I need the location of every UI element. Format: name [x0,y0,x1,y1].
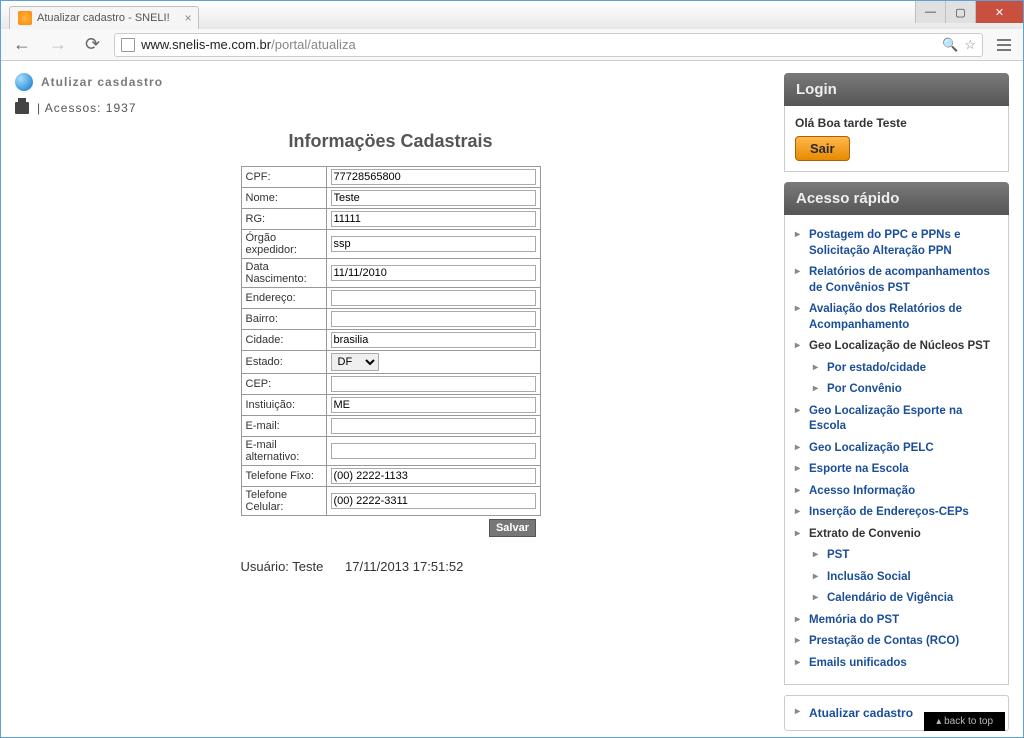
email-input[interactable] [331,418,536,434]
quick-access-panel: Postagem do PPC e PPNs e Solicitação Alt… [784,215,1009,685]
telefone-celular-input[interactable] [331,493,536,509]
quick-access-header: Acesso rápido [784,182,1009,215]
cadastro-form: CPF: Nome: RG: Órgão expedidor: Data Nas… [241,166,541,539]
nome-input[interactable] [331,190,536,206]
quick-menu-item[interactable]: Emails unificados [795,653,998,675]
print-icon[interactable] [15,102,29,114]
quick-menu-item[interactable]: Geo Localização Esporte na Escola [795,401,998,438]
quick-menu-item[interactable]: Inclusão Social [813,567,998,589]
estado-select[interactable]: DF [331,353,379,371]
cidade-input[interactable] [331,332,536,348]
quick-menu-item[interactable]: Calendário de Vigência [813,588,998,610]
quick-menu-item[interactable]: Por estado/cidade [813,358,998,380]
reload-button[interactable]: ⟳ [81,34,104,55]
greeting-text: Olá Boa tarde Teste [795,116,998,130]
url-path: /portal/atualiza [271,37,356,52]
endereco-input[interactable] [331,290,536,306]
nascimento-input[interactable] [331,265,536,281]
globe-icon [15,73,33,91]
rg-input[interactable] [331,211,536,227]
address-bar[interactable]: www.snelis-me.com.br /portal/atualiza 🔍 … [114,33,983,57]
page-title: Atulizar casdastro [41,75,163,89]
quick-menu-item[interactable]: Por Convênio [813,379,998,401]
quick-menu-item[interactable]: Inserção de Endereços-CEPs [795,502,998,524]
browser-titlebar: Atualizar cadastro - SNELI! × — ▢ ✕ [1,1,1023,29]
close-tab-icon[interactable]: × [185,11,192,25]
forward-button[interactable]: → [45,34,71,55]
cep-input[interactable] [331,376,536,392]
quick-menu-item[interactable]: Geo Localização PELC [795,438,998,460]
quick-menu-item[interactable]: Esporte na Escola [795,459,998,481]
quick-menu-item[interactable]: Relatórios de acompanhamentos de Convêni… [795,262,998,299]
url-host: www.snelis-me.com.br [141,37,271,52]
browser-navbar: ← → ⟳ www.snelis-me.com.br /portal/atual… [1,29,1023,61]
sair-button[interactable]: Sair [795,136,850,161]
quick-menu-item[interactable]: Prestação de Contas (RCO) [795,631,998,653]
login-panel-header: Login [784,73,1009,106]
footer-info: Usuário: Teste 17/11/2013 17:51:52 [241,559,541,574]
access-counter: | Acessos: 1937 [15,101,766,115]
login-panel: Olá Boa tarde Teste Sair [784,106,1009,172]
form-title: Informaçöes Cadastrais [15,131,766,152]
favicon-icon [18,11,32,25]
quick-menu-item[interactable]: Avaliação dos Relatórios de Acompanhamen… [795,299,998,336]
quick-menu-item[interactable]: Extrato de Convenio [795,524,998,546]
search-icon[interactable]: 🔍 [942,37,958,53]
back-to-top-button[interactable]: back to top [924,712,1005,731]
quick-menu-item[interactable]: Memória do PST [795,610,998,632]
quick-menu-item[interactable]: Postagem do PPC e PPNs e Solicitação Alt… [795,225,998,262]
bairro-input[interactable] [331,311,536,327]
tab-title: Atualizar cadastro - SNELI! [37,12,170,24]
orgao-input[interactable] [331,236,536,252]
breadcrumb: Atulizar casdastro [15,73,766,91]
browser-tab[interactable]: Atualizar cadastro - SNELI! × [9,6,199,29]
page-icon [121,38,135,52]
star-icon[interactable]: ☆ [964,37,976,53]
cpf-input[interactable] [331,169,536,185]
quick-menu-item[interactable]: Geo Localização de Núcleos PST [795,336,998,358]
email-alt-input[interactable] [331,443,536,459]
minimize-button[interactable]: — [915,1,945,23]
telefone-fixo-input[interactable] [331,468,536,484]
hamburger-menu-button[interactable] [993,34,1015,56]
instituicao-input[interactable] [331,397,536,413]
back-button[interactable]: ← [9,34,35,55]
close-window-button[interactable]: ✕ [975,1,1023,23]
quick-menu-item[interactable]: Acesso Informação [795,481,998,503]
quick-menu-item[interactable]: PST [813,545,998,567]
maximize-button[interactable]: ▢ [945,1,975,23]
salvar-button[interactable]: Salvar [489,519,536,537]
